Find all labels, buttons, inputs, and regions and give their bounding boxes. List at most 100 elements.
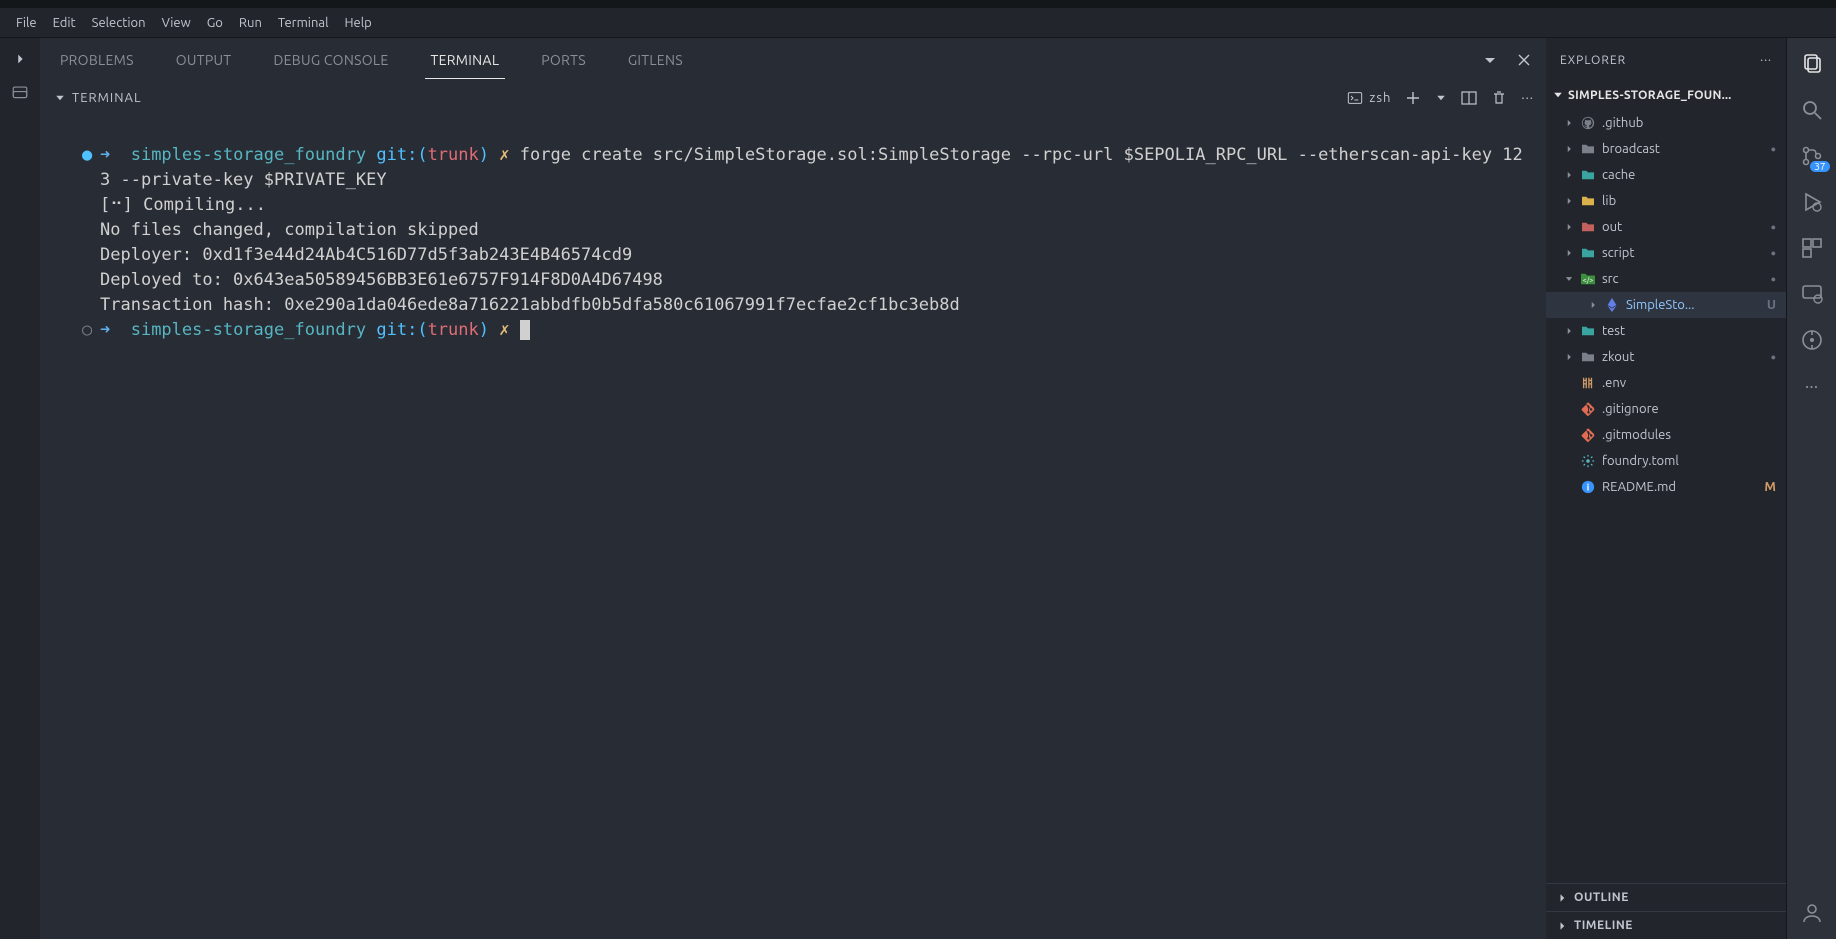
folder-grey-icon [1580,351,1596,363]
terminal-section-label: TERMINAL [72,91,142,105]
ellipsis-icon[interactable]: ··· [1521,91,1534,105]
file-item[interactable]: .gitignore [1546,396,1786,422]
tree-item-label: src [1602,272,1619,286]
chevron-right-icon [1588,300,1598,310]
chevron-down-icon [1564,274,1574,284]
terminal-body[interactable]: ●➜ simples-storage_foundry git:(trunk) ✗… [40,114,1546,939]
gitlens-icon[interactable] [1800,328,1824,352]
info-icon: i [1580,480,1596,494]
chevron-right-icon [1564,170,1574,180]
activity-bar: 37 ··· [1786,38,1836,939]
chevron-right-icon [1564,352,1574,362]
chevron-right-icon [1564,222,1574,232]
folder-teal-icon [1580,169,1596,181]
menu-run[interactable]: Run [231,16,270,30]
tree-item-label: .github [1602,116,1643,130]
chevron-right-icon [1564,118,1574,128]
menu-terminal[interactable]: Terminal [270,16,337,30]
copy-icon[interactable] [1800,52,1824,76]
explorer-project-header[interactable]: SIMPLES-STORAGE_FOUN... [1546,82,1786,108]
folder-item[interactable]: script● [1546,240,1786,266]
tab-terminal[interactable]: TERMINAL [425,52,506,79]
close-icon[interactable] [1516,52,1532,68]
file-item[interactable]: foundry.toml [1546,448,1786,474]
tree-item-label: .env [1602,376,1626,390]
remote-explorer-icon[interactable] [1800,282,1824,306]
folder-item[interactable]: out● [1546,214,1786,240]
chevron-right-icon [1564,326,1574,336]
search-icon[interactable] [1800,98,1824,122]
menu-help[interactable]: Help [336,16,379,30]
outline-section[interactable]: OUTLINE [1546,883,1786,911]
menu-edit[interactable]: Edit [45,16,84,30]
folder-teal-icon [1580,325,1596,337]
tree-item-label: lib [1602,194,1616,208]
tree-item-label: .gitignore [1602,402,1659,416]
tab-ports[interactable]: PORTS [535,52,592,68]
git-status-badge: M [1764,480,1776,494]
timeline-section[interactable]: TIMELINE [1546,911,1786,939]
menu-file[interactable]: File [8,16,45,30]
chevron-right-icon [1564,144,1574,154]
ellipsis-icon[interactable]: ··· [1800,374,1824,398]
menu-selection[interactable]: Selection [84,16,154,30]
trash-icon[interactable] [1491,90,1507,106]
menu-go[interactable]: Go [199,16,231,30]
tree-item-label: foundry.toml [1602,454,1679,468]
folder-item[interactable]: zkout● [1546,344,1786,370]
folder-item[interactable]: cache [1546,162,1786,188]
source-control-icon[interactable]: 37 [1800,144,1824,168]
folder-item[interactable]: </>src● [1546,266,1786,292]
tree-item-label: .gitmodules [1602,428,1671,442]
menu-view[interactable]: View [154,16,199,30]
menubar: File Edit Selection View Go Run Terminal… [0,8,1836,38]
terminal-output-3: Deployed to: 0x643ea50589456BB3E61e6757F… [100,270,663,290]
chevron-right-icon[interactable] [13,52,27,66]
env-icon [1580,376,1596,390]
tab-problems[interactable]: PROBLEMS [54,52,140,68]
git-status-badge: U [1767,298,1776,312]
panel-tabs: PROBLEMS OUTPUT DEBUG CONSOLE TERMINAL P… [40,38,1546,82]
terminal-profiles-icon[interactable] [11,84,29,102]
run-debug-icon[interactable] [1800,190,1824,214]
tab-gitlens[interactable]: GITLENS [622,52,689,68]
split-panel-icon[interactable] [1461,90,1477,106]
file-item[interactable]: i README.md M [1546,474,1786,500]
split-chevron-icon[interactable] [1435,92,1447,104]
folder-item[interactable]: .github [1546,110,1786,136]
terminal-output-4: Transaction hash: 0xe290a1da046ede8a7162… [100,295,960,315]
tab-output[interactable]: OUTPUT [170,52,238,68]
git-icon [1580,402,1596,416]
collapse-chevron-icon[interactable] [54,92,66,104]
tree-item-label: cache [1602,168,1635,182]
github-icon [1580,116,1596,130]
folder-item[interactable]: SimpleSto... U [1546,292,1786,318]
extensions-icon[interactable] [1800,236,1824,260]
tree-item-label: broadcast [1602,142,1660,156]
git-icon [1580,428,1596,442]
tree-item-label: test [1602,324,1625,338]
chevron-right-icon [1564,248,1574,258]
tree-item-label: zkout [1602,350,1634,364]
new-terminal-icon[interactable] [1405,90,1421,106]
tab-debug-console[interactable]: DEBUG CONSOLE [267,52,394,68]
shell-indicator[interactable]: zsh [1347,90,1391,106]
folder-grey-icon [1580,143,1596,155]
folder-item[interactable]: lib [1546,188,1786,214]
svg-text:i: i [1587,482,1590,493]
terminal-section-header: TERMINAL zsh ··· [40,82,1546,114]
tree-item-label: README.md [1602,480,1676,494]
account-icon[interactable] [1800,901,1824,925]
folder-item[interactable]: broadcast● [1546,136,1786,162]
file-item[interactable]: .env [1546,370,1786,396]
ellipsis-icon[interactable]: ··· [1760,54,1772,67]
scm-badge: 37 [1810,161,1829,172]
folder-item[interactable]: test [1546,318,1786,344]
tree-item-label: SimpleSto... [1626,298,1694,312]
explorer-title: EXPLORER [1560,54,1626,67]
chevron-down-icon[interactable] [1482,52,1498,68]
file-item[interactable]: .gitmodules [1546,422,1786,448]
folder-code-icon: </> [1580,272,1596,286]
terminal-cursor [520,320,530,340]
folder-orange-icon [1580,195,1596,207]
